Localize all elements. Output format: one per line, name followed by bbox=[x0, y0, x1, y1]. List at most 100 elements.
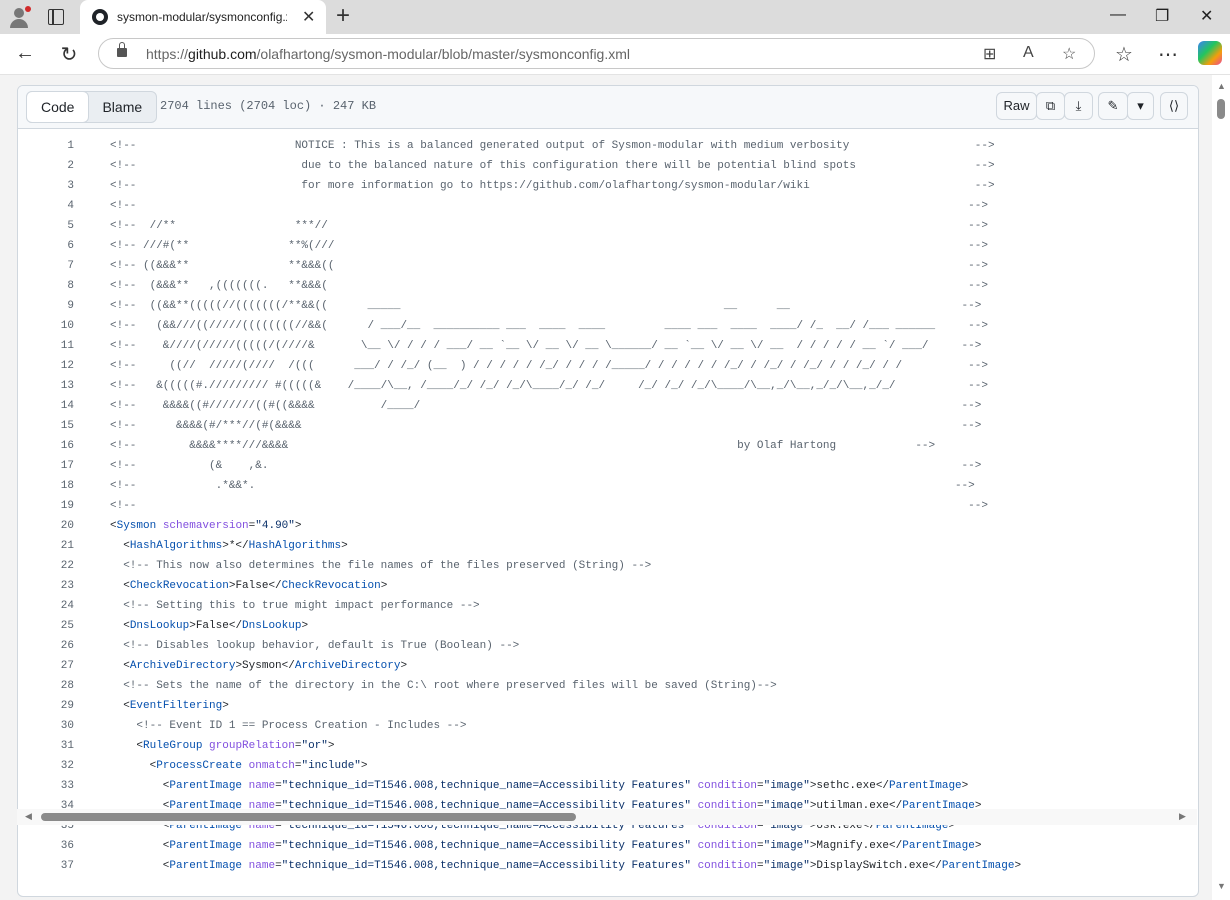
back-arrow-icon[interactable]: ← bbox=[13, 42, 37, 65]
line-content: <DnsLookup>False</DnsLookup> bbox=[110, 620, 309, 632]
line-number[interactable]: 28 bbox=[18, 676, 74, 696]
line-number[interactable]: 1 bbox=[18, 136, 74, 156]
line-content: <!-- ///#(** **%(/// --> bbox=[110, 240, 988, 252]
vertical-scroll-thumb[interactable] bbox=[1217, 99, 1225, 119]
raw-button[interactable]: Raw bbox=[996, 92, 1037, 120]
line-content: <!-- &(((((#.///////// #(((((& /____/\__… bbox=[110, 380, 988, 392]
line-content: <!-- (& ,&. --> bbox=[110, 460, 982, 472]
line-number[interactable]: 19 bbox=[18, 496, 74, 516]
line-number[interactable]: 17 bbox=[18, 456, 74, 476]
line-number[interactable]: 7 bbox=[18, 256, 74, 276]
line-number[interactable]: 13 bbox=[18, 376, 74, 396]
line-number[interactable]: 16 bbox=[18, 436, 74, 456]
new-tab-icon[interactable]: + bbox=[336, 2, 350, 30]
profile-icon[interactable] bbox=[8, 6, 31, 28]
close-tab-icon[interactable]: ✕ bbox=[302, 7, 315, 27]
line-content: <!-- &&&&****///&&&& by Olaf Hartong --> bbox=[110, 440, 936, 452]
scroll-down-icon[interactable]: ▼ bbox=[1217, 881, 1226, 891]
line-number[interactable]: 10 bbox=[18, 316, 74, 336]
page-content: Code Blame 2704 lines (2704 loc) · 247 K… bbox=[0, 75, 1230, 900]
navigation-bar: ← ↻ https://github.com/olafhartong/sysmo… bbox=[0, 34, 1230, 75]
line-content: <!-- Sets the name of the directory in t… bbox=[110, 680, 777, 692]
line-number[interactable]: 14 bbox=[18, 396, 74, 416]
line-content: <RuleGroup groupRelation="or"> bbox=[110, 740, 335, 752]
copy-icon[interactable]: ⧉ bbox=[1036, 92, 1065, 120]
line-number[interactable]: 23 bbox=[18, 576, 74, 596]
line-number[interactable]: 22 bbox=[18, 556, 74, 576]
line-number[interactable]: 15 bbox=[18, 416, 74, 436]
github-favicon-icon bbox=[92, 9, 108, 25]
line-number[interactable]: 11 bbox=[18, 336, 74, 356]
refresh-icon[interactable]: ↻ bbox=[57, 42, 81, 67]
line-number[interactable]: 8 bbox=[18, 276, 74, 296]
line-content: <!-- ((// /////(//// /((( ___/ / /_/ (__… bbox=[110, 360, 988, 372]
line-number[interactable]: 33 bbox=[18, 776, 74, 796]
horizontal-scrollbar[interactable]: ◀ ▶ bbox=[17, 809, 1197, 825]
tab-actions-icon[interactable] bbox=[48, 9, 64, 25]
line-content: <ArchiveDirectory>Sysmon</ArchiveDirecto… bbox=[110, 660, 408, 672]
line-number[interactable]: 25 bbox=[18, 616, 74, 636]
vertical-scrollbar[interactable]: ▲ ▼ bbox=[1212, 75, 1230, 900]
line-number[interactable]: 30 bbox=[18, 716, 74, 736]
line-content: <ParentImage name="technique_id=T1546.00… bbox=[110, 780, 969, 792]
line-content: <!-- //** ***// --> bbox=[110, 220, 988, 232]
tab-title: sysmon-modular/sysmonconfig.xml bbox=[117, 10, 287, 24]
minimize-icon[interactable]: — bbox=[1110, 6, 1126, 24]
horizontal-scroll-thumb[interactable] bbox=[41, 813, 576, 821]
edit-dropdown-icon[interactable]: ▾ bbox=[1127, 92, 1154, 120]
address-bar[interactable]: https://github.com/olafhartong/sysmon-mo… bbox=[98, 38, 1095, 69]
file-toolbar: Code Blame 2704 lines (2704 loc) · 247 K… bbox=[18, 86, 1198, 129]
line-content: <Sysmon schemaversion="4.90"> bbox=[110, 520, 302, 532]
line-content: <!-- This now also determines the file n… bbox=[110, 560, 652, 572]
browser-tab[interactable]: sysmon-modular/sysmonconfig.xml ✕ bbox=[80, 0, 326, 34]
window-close-icon[interactable]: ✕ bbox=[1200, 6, 1213, 26]
blame-tab[interactable]: Blame bbox=[88, 92, 156, 122]
line-number[interactable]: 26 bbox=[18, 636, 74, 656]
more-menu-icon[interactable]: ⋯ bbox=[1156, 42, 1180, 67]
view-toggle: Code Blame bbox=[26, 91, 158, 123]
line-number[interactable]: 21 bbox=[18, 536, 74, 556]
line-content: <!-- Disables lookup behavior, default i… bbox=[110, 640, 520, 652]
line-content: <CheckRevocation>False</CheckRevocation> bbox=[110, 580, 388, 592]
site-info-icon[interactable] bbox=[117, 42, 127, 57]
favorites-icon[interactable]: ☆ bbox=[1112, 42, 1136, 67]
line-number[interactable]: 27 bbox=[18, 656, 74, 676]
line-number[interactable]: 5 bbox=[18, 216, 74, 236]
line-content: <!-- --> bbox=[110, 500, 988, 512]
line-number[interactable]: 36 bbox=[18, 836, 74, 856]
read-aloud-icon[interactable]: A bbox=[1023, 44, 1034, 62]
line-number[interactable]: 31 bbox=[18, 736, 74, 756]
line-number[interactable]: 6 bbox=[18, 236, 74, 256]
line-content: <ProcessCreate onmatch="include"> bbox=[110, 760, 368, 772]
line-content: <!-- ((&&&** **&&&(( --> bbox=[110, 260, 988, 272]
app-available-icon[interactable]: ⊞ bbox=[983, 44, 996, 64]
line-number[interactable]: 37 bbox=[18, 856, 74, 876]
copilot-icon[interactable] bbox=[1198, 41, 1222, 65]
line-content: <!-- for more information go to https://… bbox=[110, 180, 995, 192]
line-content: <!-- .*&&*. --> bbox=[110, 480, 975, 492]
restore-icon[interactable]: ❐ bbox=[1155, 6, 1169, 26]
code-view: 1 <!-- NOTICE : This is a balanced genera… bbox=[18, 136, 1198, 876]
line-number[interactable]: 29 bbox=[18, 696, 74, 716]
line-number[interactable]: 12 bbox=[18, 356, 74, 376]
line-number[interactable]: 9 bbox=[18, 296, 74, 316]
download-icon[interactable]: ⤓ bbox=[1064, 92, 1093, 120]
line-number[interactable]: 4 bbox=[18, 196, 74, 216]
line-number[interactable]: 24 bbox=[18, 596, 74, 616]
favorite-star-icon[interactable]: ☆ bbox=[1062, 44, 1076, 64]
symbols-panel-icon[interactable]: ⟨⟩ bbox=[1160, 92, 1188, 120]
line-number[interactable]: 2 bbox=[18, 156, 74, 176]
scroll-right-icon[interactable]: ▶ bbox=[1179, 811, 1186, 822]
line-number[interactable]: 32 bbox=[18, 756, 74, 776]
line-content: <EventFiltering> bbox=[110, 700, 229, 712]
line-number[interactable]: 3 bbox=[18, 176, 74, 196]
line-number[interactable]: 18 bbox=[18, 476, 74, 496]
line-content: <!-- &&&&((#///////((#((&&&& /____/ --> bbox=[110, 400, 982, 412]
scroll-left-icon[interactable]: ◀ bbox=[25, 811, 32, 822]
code-tab[interactable]: Code bbox=[26, 91, 90, 123]
line-number[interactable]: 20 bbox=[18, 516, 74, 536]
scroll-up-icon[interactable]: ▲ bbox=[1217, 81, 1226, 91]
file-info: 2704 lines (2704 loc) · 247 KB bbox=[160, 99, 377, 113]
edit-pencil-icon[interactable]: ✎ bbox=[1098, 92, 1128, 120]
line-content: <!-- &////(/////(((((/(////& \__ \/ / / … bbox=[110, 340, 982, 352]
